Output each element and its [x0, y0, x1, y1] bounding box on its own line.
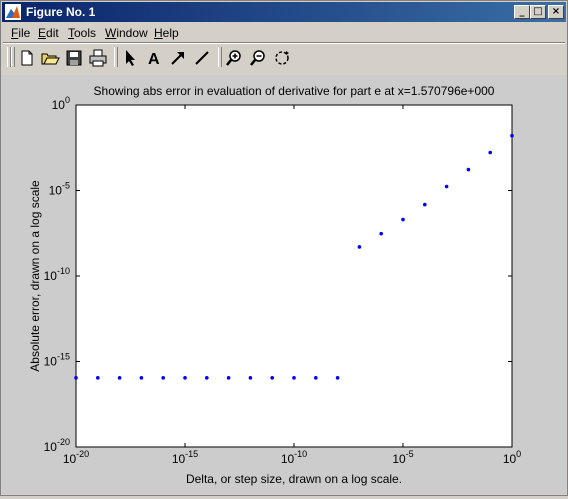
- window-title: Figure No. 1: [26, 5, 96, 19]
- data-point: [248, 376, 253, 380]
- data-point: [314, 376, 318, 380]
- toolbar-grip[interactable]: [11, 47, 15, 67]
- menu-tools[interactable]: Tools: [68, 26, 96, 40]
- data-point: [205, 376, 209, 380]
- data-point: [423, 202, 427, 207]
- plot-area[interactable]: Showing abs error in evaluation of deriv…: [2, 75, 566, 494]
- menu-help[interactable]: Help: [154, 26, 179, 40]
- y-tick-label: 10-5: [49, 181, 70, 198]
- rotate-3d-icon[interactable]: [272, 48, 292, 68]
- title-bar[interactable]: Figure No. 1 _ □ ×: [2, 2, 566, 22]
- minimize-button[interactable]: _: [514, 5, 530, 19]
- data-point: [292, 376, 296, 380]
- data-point: [488, 150, 493, 155]
- toolbar-separator: [114, 47, 118, 67]
- data-point: [161, 376, 165, 380]
- x-tick-label: 10-5: [392, 449, 413, 466]
- x-tick-label: 100: [503, 449, 521, 466]
- data-point: [117, 376, 122, 380]
- data-point: [357, 245, 362, 249]
- zoom-in-icon[interactable]: [224, 48, 244, 68]
- insert-text-icon-label: A: [148, 51, 160, 68]
- new-file-icon[interactable]: [17, 48, 37, 68]
- data-point: [466, 167, 471, 172]
- x-tick-label: 10-20: [63, 449, 89, 466]
- data-point: [379, 231, 384, 236]
- y-tick-label: 100: [52, 95, 70, 112]
- close-button[interactable]: ×: [548, 5, 564, 19]
- data-point: [401, 217, 405, 222]
- x-tick-label: 10-15: [172, 449, 198, 466]
- save-icon[interactable]: [64, 48, 84, 68]
- insert-arrow-icon[interactable]: [168, 48, 188, 68]
- menu-file[interactable]: File: [11, 26, 30, 40]
- x-tick-label: 10-10: [281, 449, 307, 466]
- menu-bar: File Edit Tools Window Help: [2, 23, 566, 42]
- axes-background: [75, 104, 513, 448]
- toolbar: A: [2, 44, 566, 72]
- data-point: [335, 376, 340, 380]
- data-point: [183, 376, 187, 380]
- menu-edit[interactable]: Edit: [38, 26, 59, 40]
- data-point: [510, 133, 514, 138]
- y-tick-label: 10-10: [44, 266, 70, 283]
- insert-text-icon[interactable]: A: [144, 48, 164, 68]
- figure-canvas: Showing abs error in evaluation of deriv…: [2, 75, 566, 494]
- data-point: [96, 376, 100, 380]
- data-point: [270, 376, 275, 380]
- toolbar-separator: [218, 47, 222, 67]
- y-tick-label: 10-15: [44, 352, 70, 369]
- figure-window: Figure No. 1 _ □ × File Edit Tools Windo…: [0, 0, 568, 496]
- data-point: [74, 376, 78, 380]
- y-axis-label: Absolute error, drawn on a log scale: [28, 180, 42, 372]
- insert-line-icon[interactable]: [192, 48, 212, 68]
- menu-window[interactable]: Window: [105, 26, 148, 40]
- data-point: [444, 184, 449, 189]
- chart-title: Showing abs error in evaluation of deriv…: [94, 84, 495, 98]
- matlab-app-icon[interactable]: [5, 4, 21, 20]
- x-axis-label: Delta, or step size, drawn on a log scal…: [186, 472, 402, 486]
- maximize-button[interactable]: □: [530, 5, 546, 19]
- data-point: [139, 376, 144, 380]
- data-point: [226, 376, 231, 380]
- open-folder-icon[interactable]: [40, 48, 60, 68]
- select-arrow-icon[interactable]: [120, 48, 140, 68]
- zoom-out-icon[interactable]: [248, 48, 268, 68]
- print-icon[interactable]: [88, 48, 108, 68]
